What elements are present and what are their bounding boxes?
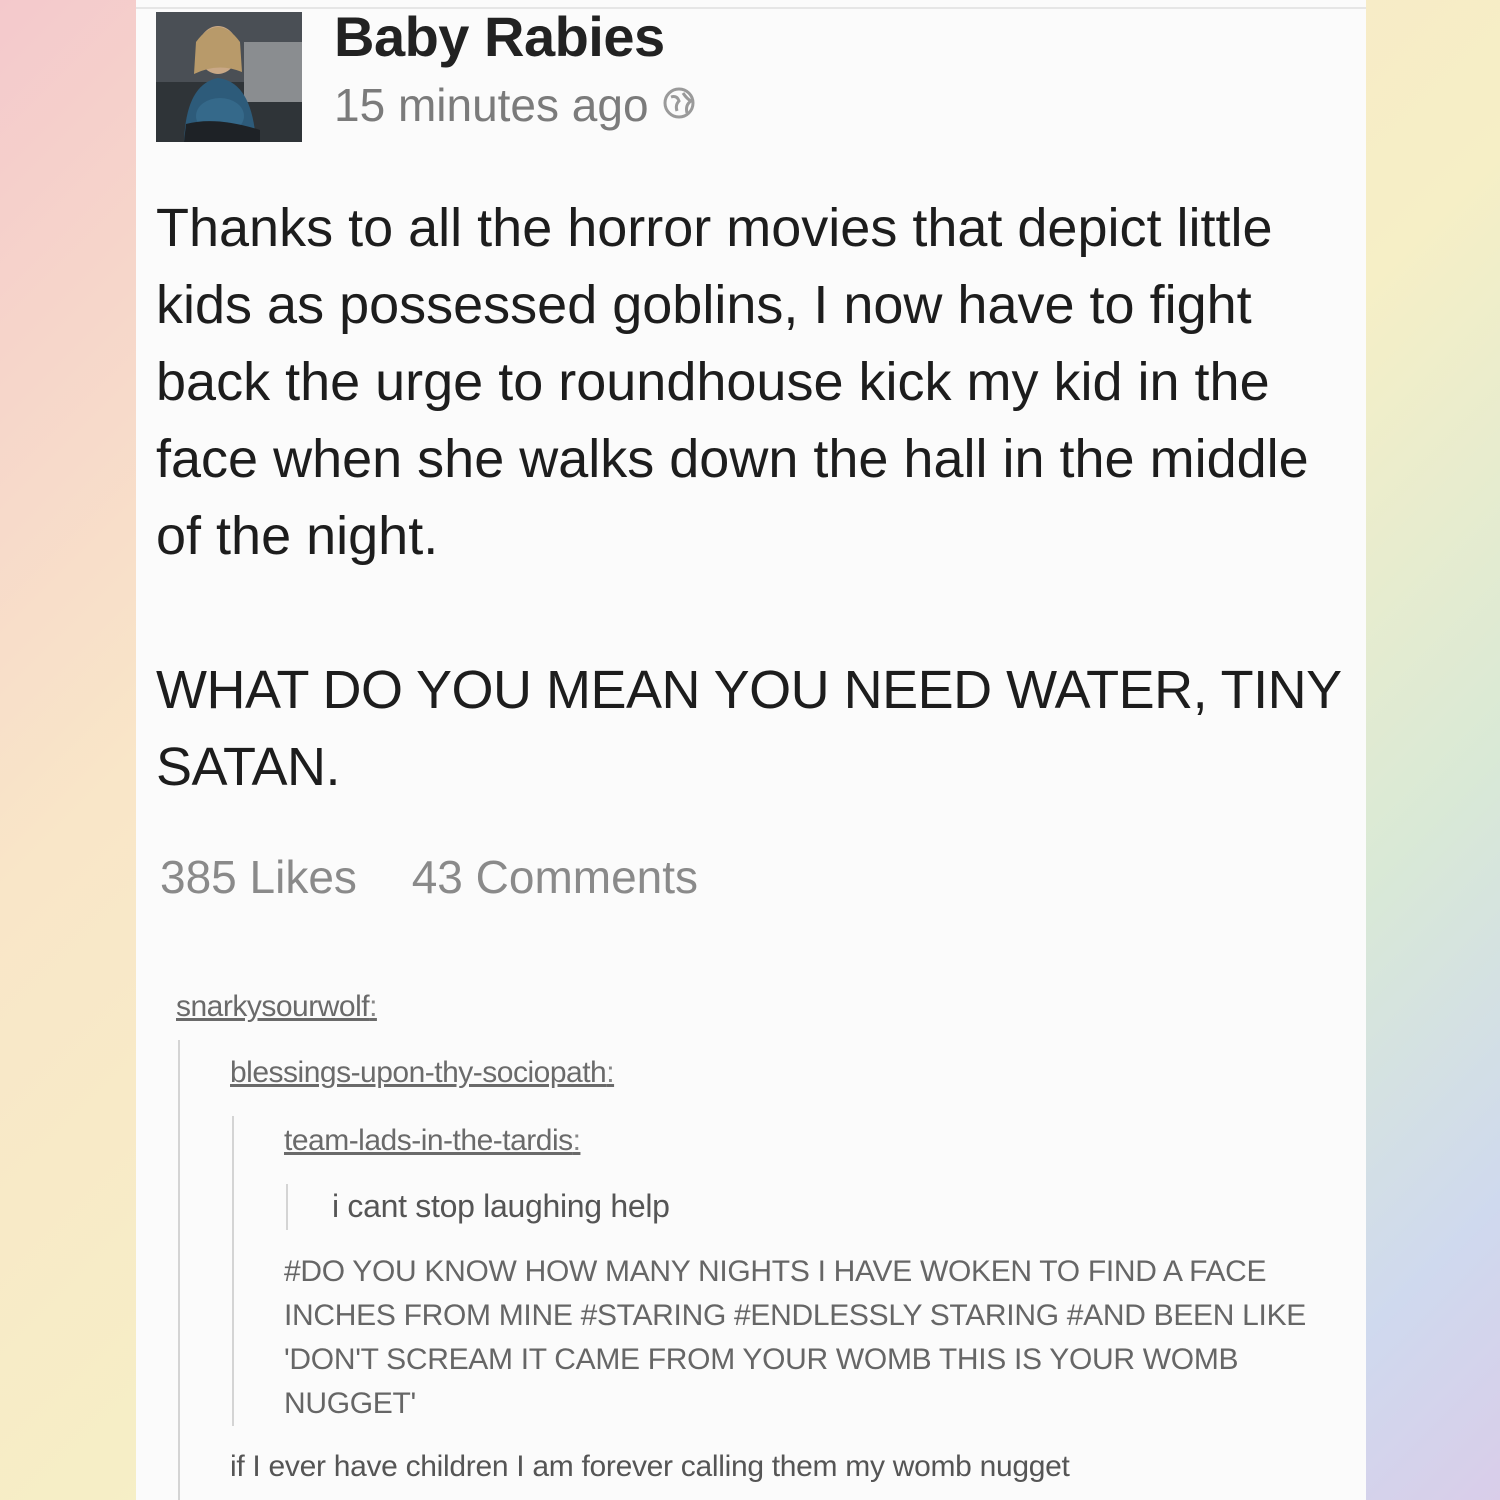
comments-count[interactable]: 43 Comments [412,851,698,903]
divider [136,7,1366,9]
reblog-colon: : [606,1056,615,1089]
globe-icon [661,78,697,132]
post-tags: #DO YOU KNOW HOW MANY NIGHTS I HAVE WOKE… [284,1255,1306,1420]
post-body: Thanks to all the horror movies that dep… [156,198,1309,566]
reblog-colon: : [369,990,377,1023]
quote-border-1 [178,1040,180,1500]
reblog-colon: : [572,1124,581,1157]
post-card: Baby Rabies 15 minutes ago Thanks to all… [136,0,1366,1500]
avatar[interactable] [156,12,302,142]
post-stats: 385 Likes 43 Comments [160,850,740,904]
post-time: 15 minutes ago [334,79,649,131]
final-comment: if I ever have children I am forever cal… [230,1450,1070,1483]
post-timestamp-row: 15 minutes ago [334,78,697,132]
reblog-user-2-name[interactable]: blessings-upon-thy-sociopath [230,1056,607,1089]
reblog-user-1-name[interactable]: snarkysourwolf [176,990,370,1023]
quote-border-2 [232,1116,234,1426]
likes-count[interactable]: 385 Likes [160,851,357,903]
reblog-user-2[interactable]: blessings-upon-thy-sociopath: [230,1056,615,1090]
comment-1: i cant stop laughing help [332,1188,670,1224]
profile-photo-icon [156,12,302,142]
reblog-user-3-name[interactable]: team-lads-in-the-tardis [284,1124,573,1157]
reblog-user-3[interactable]: team-lads-in-the-tardis: [284,1124,581,1158]
reblog-user-1[interactable]: snarkysourwolf: [176,990,377,1024]
post-shout: WHAT DO YOU MEAN YOU NEED WATER, TINY SA… [156,660,1341,797]
post-author[interactable]: Baby Rabies [334,4,665,69]
quote-border-3 [286,1184,288,1230]
